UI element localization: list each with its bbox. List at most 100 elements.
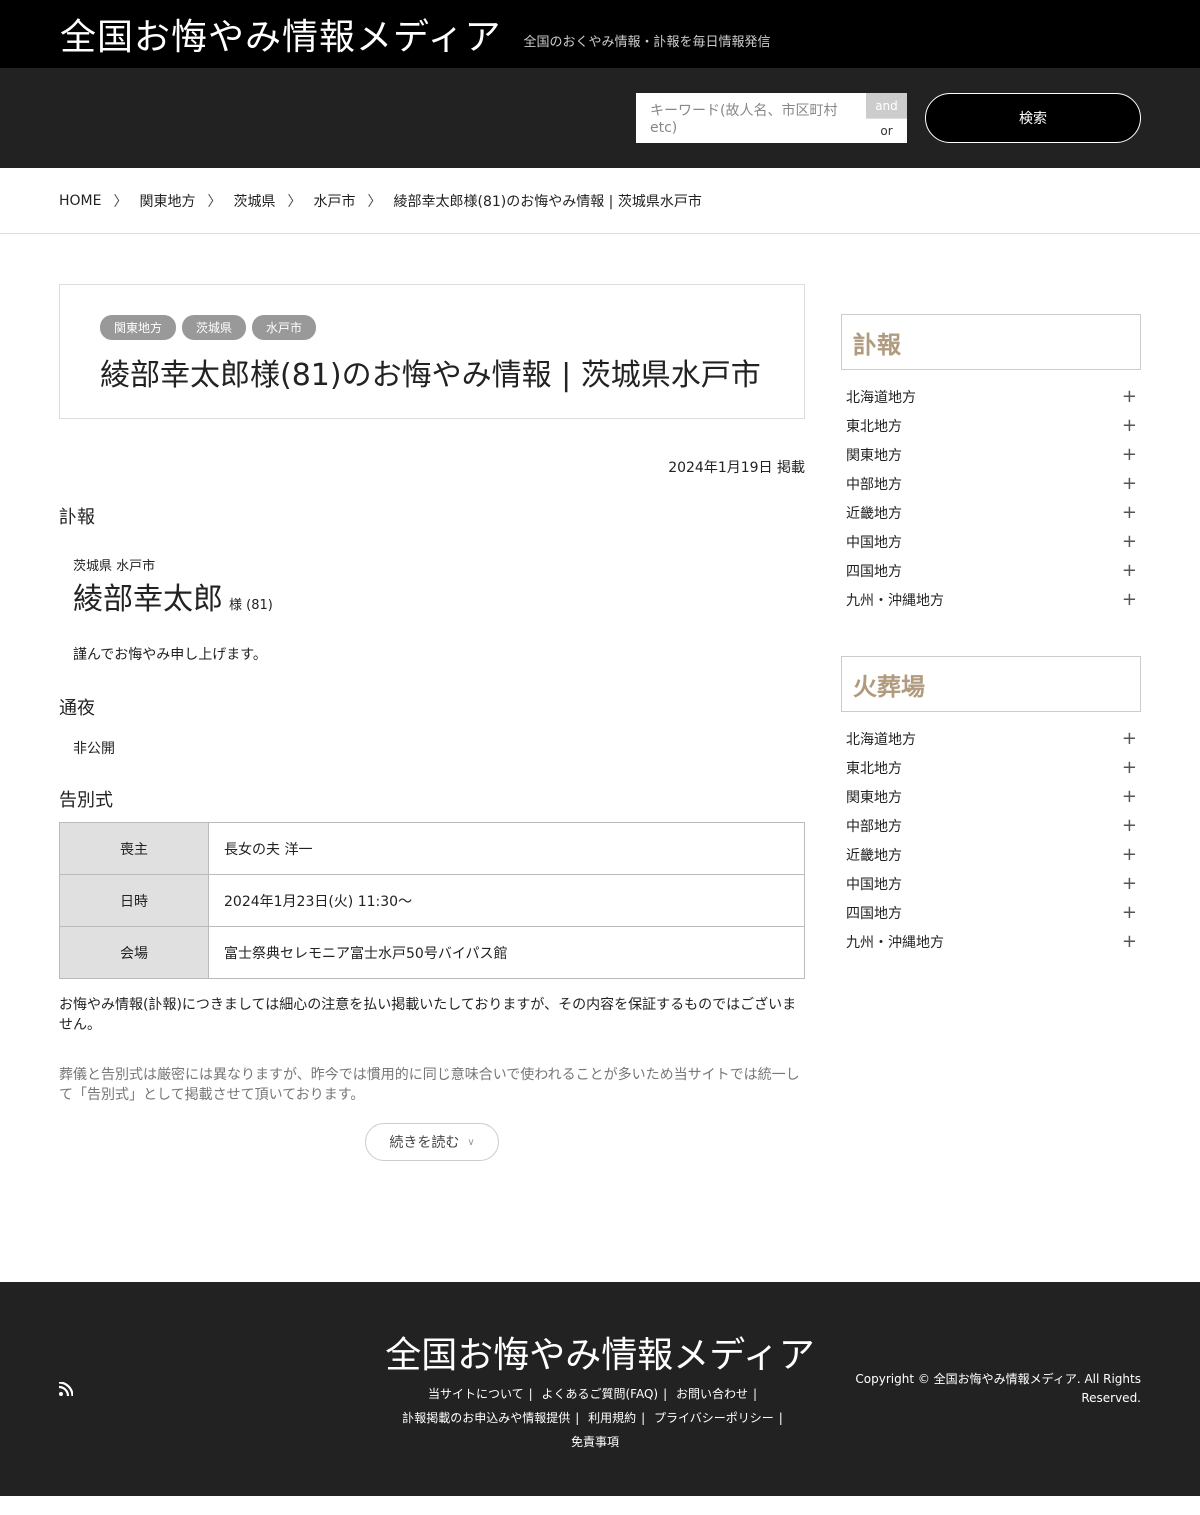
plus-icon[interactable]: + — [1122, 560, 1137, 581]
plus-icon[interactable]: + — [1122, 415, 1137, 436]
plus-icon[interactable]: + — [1122, 815, 1137, 836]
region-label[interactable]: 中国地方 — [846, 532, 902, 552]
breadcrumb-prefecture[interactable]: 茨城県 — [233, 191, 275, 211]
region-label[interactable]: 関東地方 — [846, 787, 902, 807]
list-item[interactable]: 北海道地方 + — [841, 382, 1141, 411]
and-or-toggle[interactable]: and or — [866, 93, 907, 143]
or-option[interactable]: or — [866, 118, 907, 143]
site-header: 全国お悔やみ情報メディア 全国のおくやみ情報・訃報を毎日情報発信 — [0, 0, 1200, 68]
list-item[interactable]: 中国地方 + — [841, 527, 1141, 556]
plus-icon[interactable]: + — [1122, 444, 1137, 465]
plus-icon[interactable]: + — [1122, 931, 1137, 952]
read-more-button[interactable]: 続きを読む ∨ — [365, 1123, 499, 1161]
region-label[interactable]: 四国地方 — [846, 561, 902, 581]
plus-icon[interactable]: + — [1122, 873, 1137, 894]
copyright: Copyright © 全国お悔やみ情報メディア. All Rights Res… — [855, 1372, 1141, 1405]
row-label: 日時 — [59, 874, 209, 927]
region-label[interactable]: 近畿地方 — [846, 503, 902, 523]
list-item[interactable]: 近畿地方 + — [841, 498, 1141, 527]
rss-icon[interactable] — [59, 1382, 73, 1396]
list-item[interactable]: 関東地方 + — [841, 782, 1141, 811]
table-row: 日時 2024年1月23日(火) 11:30～ — [59, 874, 805, 927]
tag-region[interactable]: 関東地方 — [100, 315, 177, 340]
breadcrumb-home[interactable]: HOME — [59, 193, 101, 209]
footer-link-contact[interactable]: お問い合わせ — [676, 1387, 748, 1401]
site-tagline: 全国のおくやみ情報・訃報を毎日情報発信 — [523, 34, 771, 50]
footer-link-about[interactable]: 当サイトについて — [428, 1387, 524, 1401]
list-item[interactable]: 東北地方 + — [841, 753, 1141, 782]
region-label[interactable]: 中部地方 — [846, 474, 902, 494]
plus-icon[interactable]: + — [1122, 473, 1137, 494]
chevron-right-icon: 〉 — [207, 193, 222, 210]
funeral-heading: 告別式 — [59, 790, 113, 811]
footer-link-faq[interactable]: よくあるご質問(FAQ) — [541, 1387, 658, 1401]
search-button[interactable]: 検索 — [925, 93, 1141, 143]
list-item[interactable]: 東北地方 + — [841, 411, 1141, 440]
region-label[interactable]: 東北地方 — [846, 758, 902, 778]
list-item[interactable]: 四国地方 + — [841, 556, 1141, 585]
deceased-age: 様 (81) — [229, 598, 273, 613]
tsuya-heading: 通夜 — [59, 698, 95, 719]
list-item[interactable]: 北海道地方 + — [841, 724, 1141, 753]
row-label: 会場 — [59, 926, 209, 979]
region-label[interactable]: 四国地方 — [846, 903, 902, 923]
row-label: 喪主 — [59, 822, 209, 875]
breadcrumb-region[interactable]: 関東地方 — [139, 191, 195, 211]
plus-icon[interactable]: + — [1122, 502, 1137, 523]
chevron-down-icon: ∨ — [467, 1136, 475, 1148]
search-input[interactable]: キーワード(故人名、市区町村etc) — [636, 93, 866, 143]
region-label[interactable]: 関東地方 — [846, 445, 902, 465]
plus-icon[interactable]: + — [1122, 902, 1137, 923]
breadcrumb-city[interactable]: 水戸市 — [313, 191, 355, 211]
search-bar: キーワード(故人名、市区町村etc) and or 検索 — [0, 68, 1200, 168]
list-item[interactable]: 関東地方 + — [841, 440, 1141, 469]
region-label[interactable]: 中部地方 — [846, 816, 902, 836]
article: 関東地方 茨城県 水戸市 綾部幸太郎様(81)のお悔やみ情報 | 茨城県水戸市 … — [59, 284, 805, 1161]
site-title[interactable]: 全国お悔やみ情報メディア — [60, 8, 501, 60]
fuho-region-list: 北海道地方 + 東北地方 + 関東地方 + 中部地方 + 近畿地方 + 中国地方 + 四国地… — [841, 382, 1141, 614]
chevron-right-icon: 〉 — [113, 193, 128, 210]
list-item[interactable]: 中部地方 + — [841, 811, 1141, 840]
footer-link-privacy[interactable]: プライバシーポリシー — [654, 1411, 774, 1425]
funeral-table: 喪主 長女の夫 洋一 日時 2024年1月23日(火) 11:30～ 会場 富士… — [59, 822, 805, 979]
list-item[interactable]: 中国地方 + — [841, 869, 1141, 898]
tag-prefecture[interactable]: 茨城県 — [182, 315, 247, 340]
deceased-name: 綾部幸太郎 — [73, 582, 223, 617]
footer-link-terms[interactable]: 利用規約 — [588, 1411, 636, 1425]
list-item[interactable]: 中部地方 + — [841, 469, 1141, 498]
row-value: 2024年1月23日(火) 11:30～ — [208, 874, 805, 927]
plus-icon[interactable]: + — [1122, 844, 1137, 865]
plus-icon[interactable]: + — [1122, 386, 1137, 407]
plus-icon[interactable]: + — [1122, 786, 1137, 807]
deceased-info: 茨城県 水戸市 綾部幸太郎様 (81) — [59, 555, 805, 618]
footer-link-disclaimer[interactable]: 免責事項 — [571, 1435, 619, 1449]
disclaimer-text: お悔やみ情報(訃報)につきましては細心の注意を払い掲載いたしておりますが、その内… — [59, 997, 797, 1033]
kasoba-region-list: 北海道地方 + 東北地方 + 関東地方 + 中部地方 + 近畿地方 + 中国地方 + 四国地… — [841, 724, 1141, 956]
region-label[interactable]: 東北地方 — [846, 416, 902, 436]
region-label[interactable]: 近畿地方 — [846, 845, 902, 865]
table-row: 会場 富士祭典セレモニア富士水戸50号バイパス館 — [59, 926, 805, 979]
region-label[interactable]: 九州・沖縄地方 — [846, 932, 944, 952]
tag-list: 関東地方 茨城県 水戸市 — [100, 315, 764, 340]
main-area: 関東地方 茨城県 水戸市 綾部幸太郎様(81)のお悔やみ情報 | 茨城県水戸市 … — [0, 234, 1200, 1282]
plus-icon[interactable]: + — [1122, 757, 1137, 778]
fuho-widget-title: 訃報 — [841, 314, 1141, 370]
list-item[interactable]: 九州・沖縄地方 + — [841, 585, 1141, 614]
list-item[interactable]: 四国地方 + — [841, 898, 1141, 927]
page-title: 綾部幸太郎様(81)のお悔やみ情報 | 茨城県水戸市 — [100, 358, 761, 393]
plus-icon[interactable]: + — [1122, 531, 1137, 552]
region-label[interactable]: 九州・沖縄地方 — [846, 590, 944, 610]
breadcrumb: HOME 〉 関東地方 〉 茨城県 〉 水戸市 〉 綾部幸太郎様(81)のお悔や… — [0, 168, 1200, 234]
list-item[interactable]: 近畿地方 + — [841, 840, 1141, 869]
fuho-heading: 訃報 — [59, 507, 95, 528]
plus-icon[interactable]: + — [1122, 589, 1137, 610]
footer-links: 当サイトについて | よくあるご質問(FAQ) | お問い合わせ | 訃報掲載のお申込… — [402, 1387, 783, 1449]
region-label[interactable]: 北海道地方 — [846, 387, 916, 407]
region-label[interactable]: 中国地方 — [846, 874, 902, 894]
region-label[interactable]: 北海道地方 — [846, 729, 916, 749]
and-option[interactable]: and — [866, 93, 907, 118]
tag-city[interactable]: 水戸市 — [252, 315, 317, 340]
list-item[interactable]: 九州・沖縄地方 + — [841, 927, 1141, 956]
plus-icon[interactable]: + — [1122, 728, 1137, 749]
footer-link-submit[interactable]: 訃報掲載のお申込みや情報提供 — [402, 1411, 570, 1425]
